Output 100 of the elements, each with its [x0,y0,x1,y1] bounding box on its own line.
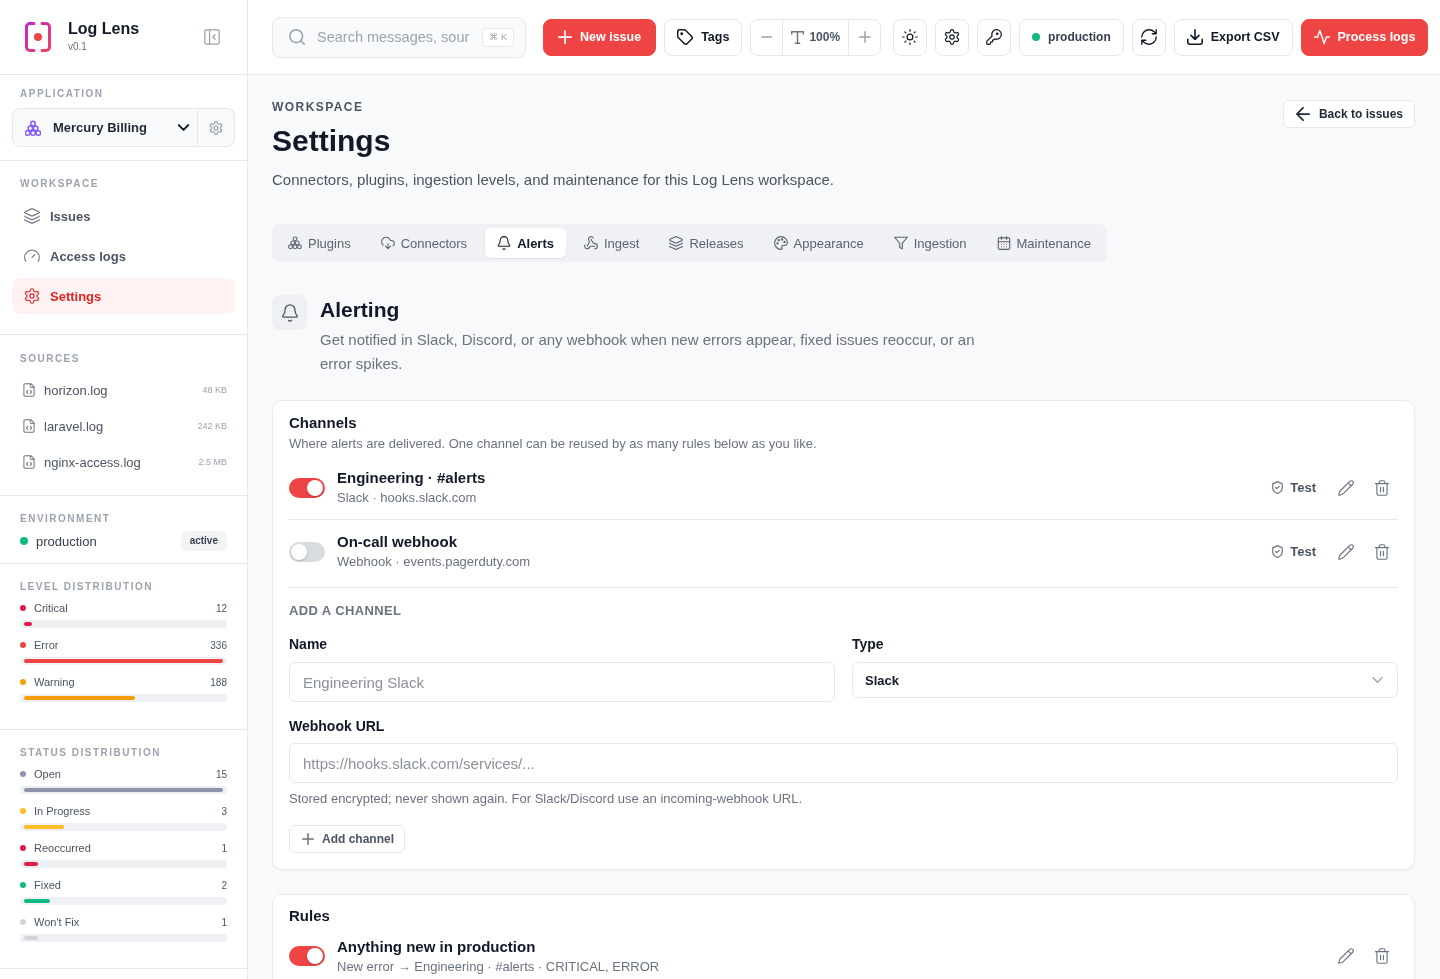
source-item[interactable]: horizon.log 48 KB [12,372,235,408]
shield-check-icon [1271,481,1285,494]
file-size: 48 KB [202,385,227,395]
tab[interactable]: Alerts [485,228,566,258]
nav-item[interactable]: Settings [12,278,235,314]
file-size: 2.5 MB [198,457,227,467]
trash-icon[interactable] [1374,948,1390,964]
application-select[interactable]: Mercury Billing [12,108,198,147]
environment-name: production [36,533,97,549]
distribution-label: Won't Fix [34,916,80,928]
distribution-count: 15 [215,768,227,780]
new-issue-button[interactable]: New issue [543,18,657,56]
status-dot-icon [20,537,28,545]
field-label: Type [852,635,884,654]
section-title: Alerting [320,297,401,323]
webhook-url-input[interactable]: https://hooks.slack.com/services/... [289,743,1398,783]
zoom-reset-button[interactable]: 100% [782,19,850,55]
tab[interactable]: Appearance [761,228,876,258]
card-title: Channels [289,413,358,433]
settings-icon [944,29,961,45]
refresh-button[interactable] [1131,18,1166,56]
settings-button[interactable] [935,18,970,56]
trash-icon[interactable] [1374,543,1390,560]
section-heading: WORKSPACE [19,177,100,191]
logo-icon [25,22,51,52]
toggle-switch[interactable] [289,477,325,498]
process-logs-button[interactable]: Process logs [1300,18,1429,56]
tab[interactable]: Releases [657,228,756,258]
pencil-icon[interactable] [1338,479,1354,496]
page-description: Connectors, plugins, ingestion levels, and maintenance for this Log Lens workspace. [272,170,834,190]
palette-icon [773,236,788,250]
download-icon [1186,29,1203,45]
tab[interactable]: Ingestion [881,228,979,258]
subsection-heading: ADD A CHANNEL [289,602,403,620]
tab[interactable]: Connectors [368,228,480,258]
card-title: Rules [289,906,331,926]
distribution-label: Fixed [34,879,61,891]
section-heading: LEVEL DISTRIBUTION [19,580,154,594]
sun-icon [902,29,919,45]
layers-icon [24,208,40,224]
type-select[interactable]: Slack [852,662,1398,698]
funnel-icon [893,236,908,250]
key-icon [986,29,1003,45]
distribution-count: 2 [221,879,227,891]
plus-icon [558,30,572,44]
bell-icon [497,236,512,250]
add-channel-button[interactable]: Add channel [289,825,405,853]
layers-icon [669,236,684,250]
environment-button[interactable]: production [1019,18,1124,56]
tag-icon [677,29,694,45]
distribution-label: In Progress [34,805,91,817]
field-label: Name [289,635,328,654]
pulse-icon [1313,29,1330,45]
refresh-icon [1140,29,1157,45]
source-item[interactable]: laravel.log 242 KB [12,408,235,444]
pencil-icon[interactable] [1338,543,1354,560]
gauge-icon [24,248,40,264]
code-file-icon [22,419,36,433]
pencil-icon[interactable] [1338,948,1354,964]
source-item[interactable]: nginx-access.log 2.5 MB [12,444,235,480]
distribution-count: 3 [221,805,227,817]
distribution-count: 188 [210,676,227,688]
api-key-button[interactable] [977,18,1012,56]
nav-item[interactable]: Issues [12,198,235,234]
name-input[interactable]: Engineering Slack [289,662,835,702]
field-hint: Stored encrypted; never shown again. For Slack/Discord use an incoming-webhook URL. [289,790,804,808]
tab[interactable]: Ingest [572,228,652,258]
bell-icon [272,295,307,330]
export-csv-button[interactable]: Export CSV [1173,18,1293,56]
distribution-count: 12 [215,602,227,614]
test-button[interactable]: Test [1269,540,1318,563]
distribution-count: 1 [221,842,227,854]
section-heading: ENVIRONMENT [19,512,112,526]
nav-item[interactable]: Access logs [12,238,235,274]
distribution-label: Warning [34,676,75,688]
section-description: Get notified in Slack, Discord, or any webhook when new errors appear, fixed issues reoccur, or an error spikes. [320,330,976,374]
back-button[interactable]: Back to issues [1282,100,1415,128]
chevron-down-icon [178,124,189,131]
toggle-switch[interactable] [289,541,325,562]
test-button[interactable]: Test [1269,476,1318,499]
tab[interactable]: Plugins [276,228,363,258]
distribution-count: 1 [221,916,227,928]
tags-button[interactable]: Tags [664,18,743,56]
code-file-icon [22,455,36,469]
panel-collapse-icon[interactable] [204,29,220,45]
field-label: Webhook URL [289,717,385,736]
settings-icon [24,288,40,304]
plus-icon [858,31,871,43]
page-eyebrow: WORKSPACE [272,99,365,115]
toggle-switch[interactable] [289,946,325,966]
webhook-icon [584,236,598,250]
tab[interactable]: Maintenance [984,228,1103,258]
channel-detail: Slack · hooks.slack.com [337,489,478,507]
cloud-download-icon [380,236,395,250]
theme-button[interactable] [893,18,928,56]
arrow-left-icon [1295,107,1310,121]
app-version: v0.1 [68,40,88,53]
app-name: Log Lens [68,18,140,38]
trash-icon[interactable] [1374,479,1390,496]
distribution-label: Open [34,768,61,780]
